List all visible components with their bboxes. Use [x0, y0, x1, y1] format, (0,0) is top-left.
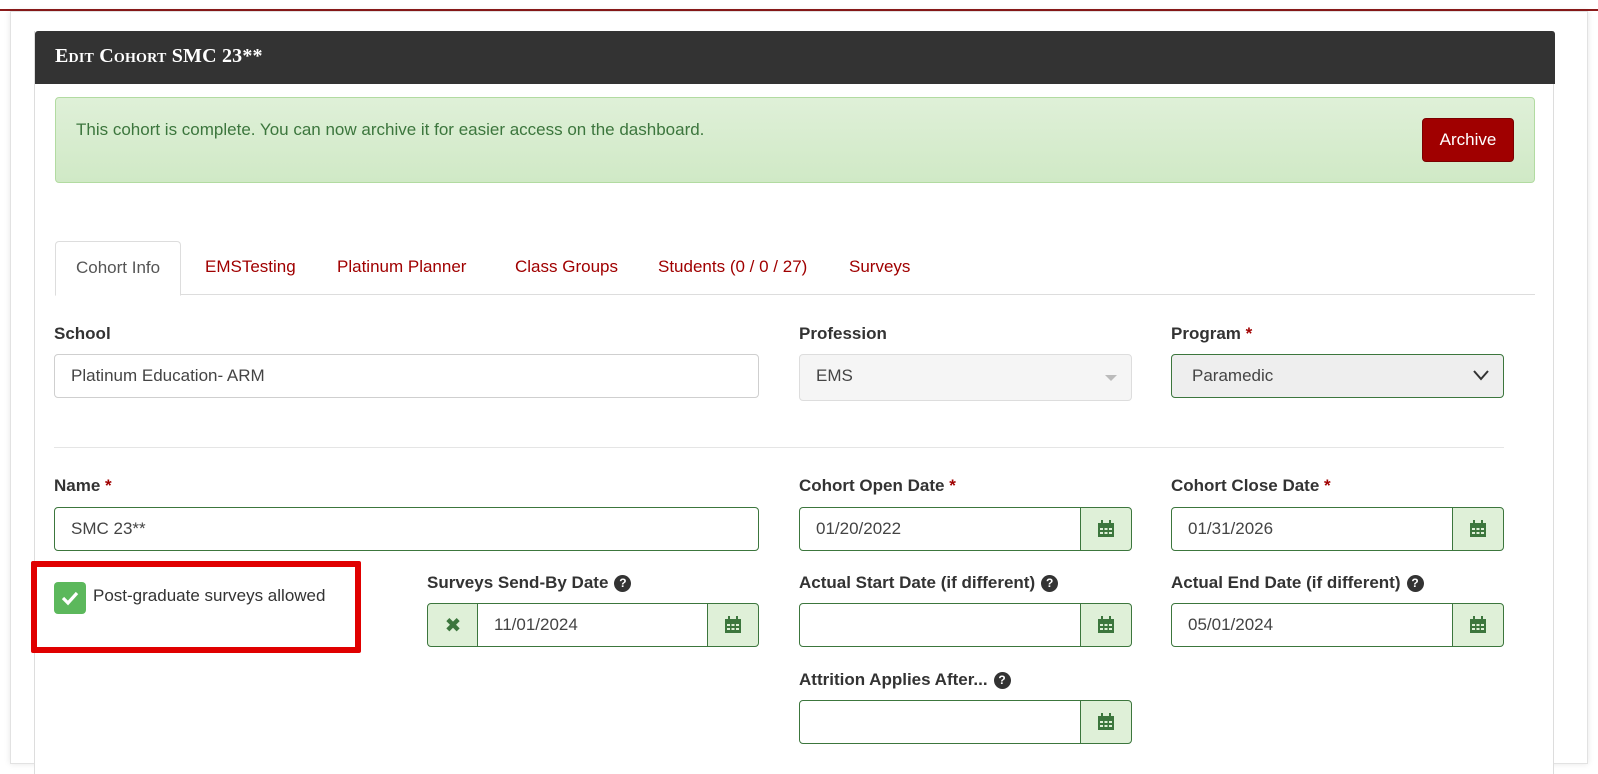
- attrition-calendar-button[interactable]: [1080, 700, 1132, 744]
- actual-end-label: Actual End Date (if different)?: [1171, 573, 1424, 593]
- calendar-icon: [1470, 520, 1486, 537]
- help-icon[interactable]: ?: [1041, 575, 1059, 592]
- send-by-field[interactable]: 11/01/2024: [477, 603, 709, 647]
- actual-start-group: [799, 603, 1132, 647]
- actual-end-field[interactable]: 05/01/2024: [1171, 603, 1454, 647]
- send-by-group: ✖ 11/01/2024: [427, 603, 759, 647]
- actual-start-calendar-button[interactable]: [1080, 603, 1132, 647]
- tab-emstesting[interactable]: EMSTesting: [185, 241, 316, 295]
- cohort-tabs: Cohort Info EMSTesting Platinum Planner …: [55, 241, 1535, 296]
- tab-surveys[interactable]: Surveys: [829, 241, 930, 295]
- complete-alert: This cohort is complete. You can now arc…: [55, 97, 1535, 183]
- tab-students[interactable]: Students (0 / 0 / 27): [638, 241, 827, 295]
- actual-end-group: 05/01/2024: [1171, 603, 1504, 647]
- close-date-label: Cohort Close Date *: [1171, 476, 1331, 495]
- actual-start-label: Actual Start Date (if different)?: [799, 573, 1059, 593]
- help-icon[interactable]: ?: [614, 575, 632, 592]
- attrition-field[interactable]: [799, 700, 1082, 744]
- required-marker: *: [105, 476, 112, 495]
- help-icon[interactable]: ?: [993, 672, 1011, 689]
- send-by-calendar-button[interactable]: [707, 603, 759, 647]
- close-date-calendar-button[interactable]: [1452, 507, 1504, 551]
- surveys-allowed-label: Post-graduate surveys allowed: [93, 586, 326, 605]
- name-field[interactable]: SMC 23**: [54, 507, 759, 551]
- program-select[interactable]: Paramedic: [1171, 354, 1504, 398]
- open-date-calendar-button[interactable]: [1080, 507, 1132, 551]
- clear-date-button[interactable]: ✖: [427, 603, 479, 647]
- required-marker: *: [949, 476, 956, 495]
- close-date-group: 01/31/2026: [1171, 507, 1504, 551]
- close-icon: ✖: [444, 614, 462, 637]
- open-date-label: Cohort Open Date *: [799, 476, 956, 495]
- panel-title: Edit Cohort SMC 23**: [35, 31, 1555, 84]
- surveys-allowed-checkbox[interactable]: [54, 582, 86, 614]
- chevron-down-icon: [1473, 370, 1489, 381]
- send-by-label: Surveys Send-By Date?: [427, 573, 632, 593]
- help-icon[interactable]: ?: [1406, 575, 1424, 592]
- alert-message: This cohort is complete. You can now arc…: [76, 120, 705, 139]
- close-date-field[interactable]: 01/31/2026: [1171, 507, 1454, 551]
- calendar-icon: [1470, 616, 1486, 633]
- calendar-icon: [1098, 616, 1114, 633]
- profession-select[interactable]: EMS: [799, 354, 1132, 401]
- tab-cohort-info[interactable]: Cohort Info: [55, 241, 182, 296]
- open-date-group: 01/20/2022: [799, 507, 1132, 551]
- school-label: School: [54, 324, 111, 343]
- attrition-group: [799, 700, 1132, 744]
- checkmark-icon: [61, 591, 79, 606]
- archive-button[interactable]: Archive: [1422, 118, 1514, 162]
- actual-end-calendar-button[interactable]: [1452, 603, 1504, 647]
- profession-value: EMS: [816, 366, 853, 385]
- required-marker: *: [1324, 476, 1331, 495]
- section-divider: [54, 447, 1504, 448]
- name-label: Name *: [54, 476, 112, 495]
- calendar-icon: [725, 616, 741, 633]
- calendar-icon: [1098, 713, 1114, 730]
- program-value: Paramedic: [1192, 366, 1274, 385]
- attrition-label: Attrition Applies After...?: [799, 670, 1011, 690]
- profession-label: Profession: [799, 324, 887, 343]
- tab-platinum-planner[interactable]: Platinum Planner: [317, 241, 486, 295]
- required-marker: *: [1245, 324, 1253, 343]
- school-field[interactable]: Platinum Education- ARM: [54, 354, 759, 398]
- program-label: Program *: [1171, 324, 1253, 343]
- tab-class-groups[interactable]: Class Groups: [495, 241, 638, 295]
- actual-start-field[interactable]: [799, 603, 1082, 647]
- open-date-field[interactable]: 01/20/2022: [799, 507, 1082, 551]
- edit-cohort-panel: Edit Cohort SMC 23** This cohort is comp…: [34, 31, 1555, 774]
- caret-down-icon: [1105, 375, 1117, 381]
- calendar-icon: [1098, 520, 1114, 537]
